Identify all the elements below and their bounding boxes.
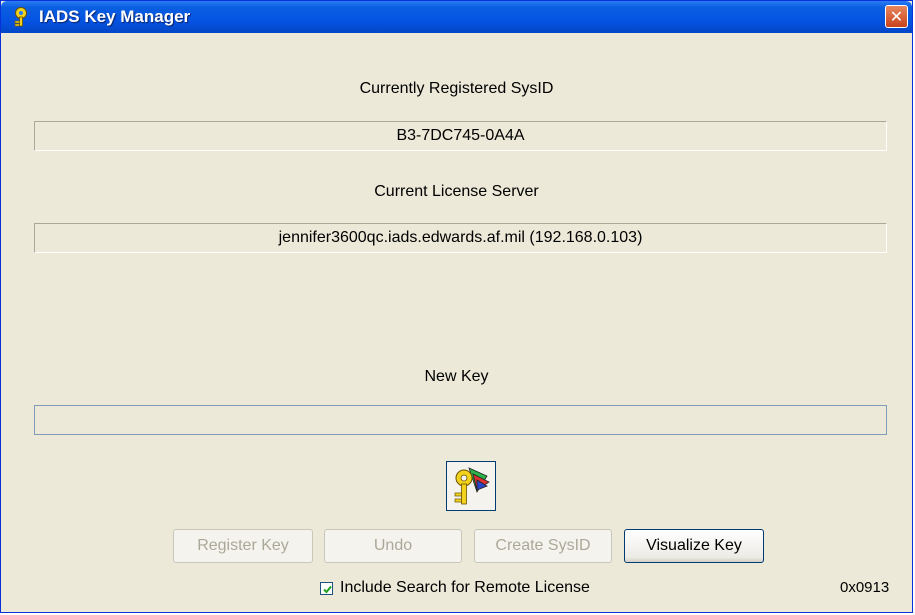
- license-server-value: jennifer3600qc.iads.edwards.af.mil (192.…: [34, 223, 887, 253]
- sysid-label: Currently Registered SysID: [359, 80, 554, 97]
- new-key-label: New Key: [424, 368, 489, 385]
- new-key-input[interactable]: [34, 405, 887, 435]
- title-bar[interactable]: IADS Key Manager ✕: [1, 1, 912, 33]
- register-key-button[interactable]: Register Key: [173, 529, 313, 563]
- license-server-label: Current License Server: [374, 183, 539, 200]
- undo-button[interactable]: Undo: [324, 529, 462, 563]
- close-icon: ✕: [889, 7, 904, 26]
- version-label: 0x0913: [840, 579, 890, 596]
- close-button[interactable]: ✕: [885, 5, 908, 28]
- window-title: IADS Key Manager: [39, 7, 191, 26]
- sysid-value: B3-7DC745-0A4A: [34, 121, 887, 151]
- key-visualize-icon: [454, 467, 490, 505]
- key-visualize-button[interactable]: [446, 461, 496, 511]
- remote-license-label: Include Search for Remote License: [340, 579, 590, 596]
- dialog-body: Currently Registered SysID B3-7DC745-0A4…: [4, 33, 909, 609]
- key-icon: [9, 6, 31, 28]
- create-sysid-button[interactable]: Create SysID: [474, 529, 612, 563]
- remote-license-checkbox[interactable]: [320, 582, 333, 595]
- visualize-key-button[interactable]: Visualize Key: [624, 529, 764, 563]
- key-manager-window: IADS Key Manager ✕ Currently Registered …: [0, 0, 913, 613]
- checkmark-icon: [323, 585, 332, 594]
